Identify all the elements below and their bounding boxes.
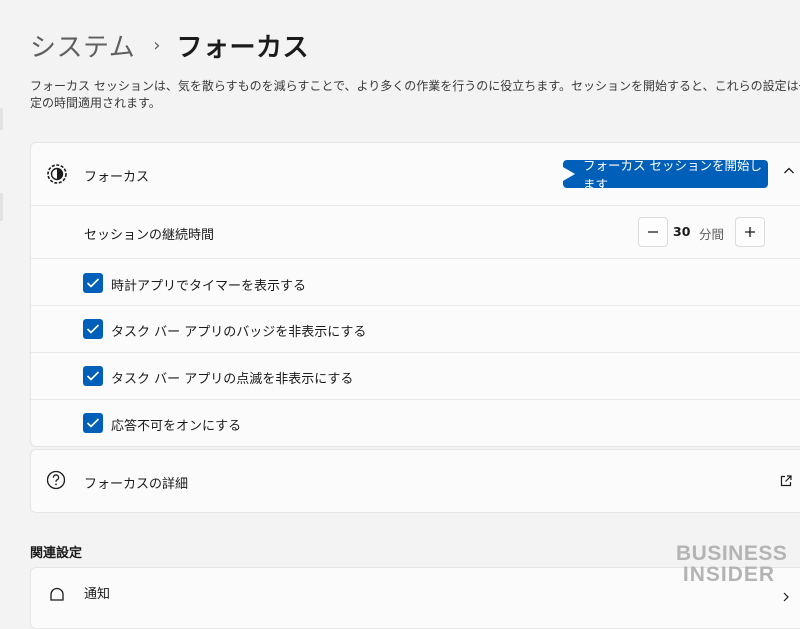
increase-duration-button[interactable] bbox=[735, 217, 765, 247]
chevron-up-icon[interactable] bbox=[783, 165, 795, 177]
checkbox-hide-flashing[interactable] bbox=[83, 366, 103, 386]
duration-unit: 分間 bbox=[699, 227, 725, 242]
option-row-hide-flashing[interactable]: タスク バー アプリの点滅を非表示にする bbox=[31, 352, 800, 400]
page-description: フォーカス セッションは、気を散らすものを減らすことで、より多くの作業を行うのに… bbox=[30, 79, 800, 110]
start-focus-session-button[interactable]: フォーカス セッションを開始します bbox=[563, 158, 768, 192]
session-duration-row: セッションの継続時間 30 分間 bbox=[31, 205, 800, 259]
focus-details-card[interactable]: フォーカスの詳細 bbox=[30, 449, 800, 513]
focus-details-label: フォーカスの詳細 bbox=[84, 477, 189, 492]
checkbox-hide-badges[interactable] bbox=[83, 319, 103, 339]
checkmark-icon bbox=[86, 324, 100, 334]
focus-card: フォーカス フォーカス セッションを開始します セッションの継続時間 30 分間… bbox=[30, 142, 800, 447]
plus-icon bbox=[745, 227, 755, 237]
decrease-duration-button[interactable] bbox=[638, 217, 668, 247]
option-label: タスク バー アプリのバッジを非表示にする bbox=[111, 325, 367, 340]
option-row-clock-timer[interactable]: 時計アプリでタイマーを表示する bbox=[31, 258, 800, 306]
business-insider-watermark: BUSINESS INSIDER bbox=[676, 542, 788, 586]
duration-value: 30 bbox=[673, 224, 691, 239]
focus-icon bbox=[47, 164, 67, 184]
checkmark-icon bbox=[86, 371, 100, 381]
focus-title: フォーカス bbox=[84, 170, 150, 185]
nav-edge-indicator bbox=[0, 193, 3, 221]
watermark-line1: BUSINESS bbox=[676, 542, 788, 565]
start-focus-session-label: フォーカス セッションを開始します bbox=[583, 158, 762, 192]
help-icon bbox=[46, 470, 66, 490]
checkbox-clock-timer[interactable] bbox=[83, 273, 103, 293]
bell-icon bbox=[50, 587, 64, 601]
minus-icon bbox=[648, 231, 658, 233]
chevron-right-icon bbox=[783, 592, 789, 602]
option-row-do-not-disturb[interactable]: 応答不可をオンにする bbox=[31, 399, 800, 446]
breadcrumb-parent[interactable]: システム bbox=[30, 27, 135, 64]
related-settings-heading: 関連設定 bbox=[30, 546, 83, 561]
play-icon bbox=[563, 167, 575, 181]
watermark-line2: INSIDER bbox=[682, 563, 776, 586]
page-title: フォーカス bbox=[176, 32, 309, 63]
notifications-label: 通知 bbox=[84, 587, 111, 602]
option-row-hide-badges[interactable]: タスク バー アプリのバッジを非表示にする bbox=[31, 305, 800, 353]
breadcrumb-separator-icon: › bbox=[153, 34, 161, 56]
option-label: 応答不可をオンにする bbox=[111, 419, 242, 434]
breadcrumb: システム › フォーカス bbox=[30, 27, 309, 64]
checkmark-icon bbox=[86, 418, 100, 428]
option-label: タスク バー アプリの点滅を非表示にする bbox=[111, 372, 354, 387]
checkmark-icon bbox=[86, 278, 100, 288]
nav-edge-indicator bbox=[0, 108, 3, 130]
checkbox-do-not-disturb[interactable] bbox=[83, 413, 103, 433]
open-external-icon bbox=[780, 475, 792, 487]
session-duration-label: セッションの継続時間 bbox=[84, 228, 215, 243]
option-label: 時計アプリでタイマーを表示する bbox=[111, 279, 307, 294]
focus-header-row[interactable]: フォーカス フォーカス セッションを開始します bbox=[31, 143, 800, 205]
